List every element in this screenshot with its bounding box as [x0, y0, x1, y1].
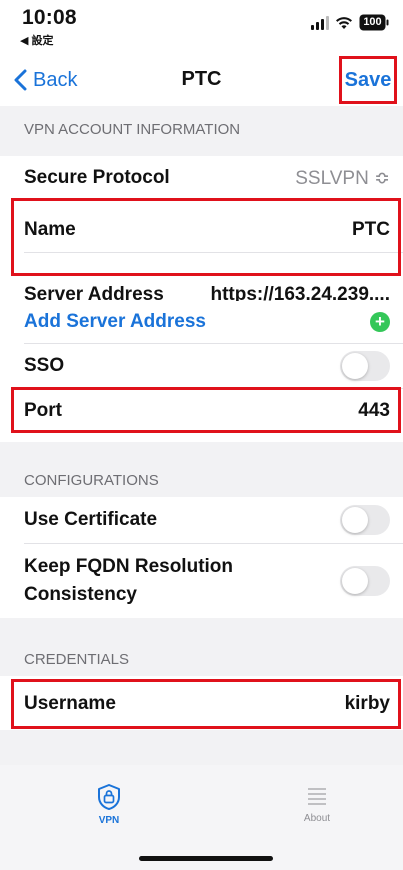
back-to-settings-link[interactable]: ◀ 設定 — [20, 32, 54, 48]
port-field[interactable]: 443 — [358, 400, 390, 422]
section-header-configurations: CONFIGURATIONS — [0, 442, 403, 497]
tab-about-label: About — [303, 813, 331, 824]
keep-fqdn-label: Keep FQDN Resolution Consistency — [24, 553, 233, 609]
cellular-signal-icon — [311, 15, 329, 30]
tab-bar: VPN About — [0, 765, 403, 870]
port-row[interactable]: Port 443 — [0, 389, 403, 433]
section-header-credentials: CREDENTIALS — [0, 618, 403, 676]
save-button[interactable]: Save — [339, 56, 397, 104]
group-bottom-fill — [0, 730, 403, 765]
battery-icon: 100 — [359, 14, 389, 31]
add-server-address-row[interactable]: Add Server Address + — [0, 301, 403, 343]
tab-vpn[interactable]: VPN — [79, 783, 139, 826]
secure-protocol-row[interactable]: Secure Protocol SSLVPN ≎ — [0, 156, 403, 200]
wifi-icon — [335, 16, 353, 30]
secure-protocol-label: Secure Protocol — [24, 167, 170, 188]
status-bar: 10:08 ◀ 設定 100 — [0, 0, 403, 56]
home-indicator[interactable] — [139, 856, 273, 861]
username-field[interactable]: kirby — [345, 693, 390, 715]
keep-fqdn-toggle[interactable] — [340, 566, 390, 596]
sso-toggle[interactable] — [340, 351, 390, 381]
sso-row: SSO — [0, 344, 403, 388]
add-server-address-button[interactable]: Add Server Address — [24, 311, 206, 333]
list-icon — [308, 788, 326, 805]
username-row[interactable]: Username kirby — [0, 680, 403, 728]
username-label: Username — [24, 693, 116, 714]
vpn-shield-icon — [98, 784, 120, 810]
keep-fqdn-row: Keep FQDN Resolution Consistency — [0, 544, 403, 618]
use-certificate-toggle[interactable] — [340, 505, 390, 535]
keep-fqdn-label-line1: Keep FQDN Resolution — [24, 556, 234, 577]
status-icons: 100 — [311, 14, 389, 31]
section-header-vpn-account: VPN ACCOUNT INFORMATION — [0, 106, 403, 146]
sso-label: SSO — [24, 355, 65, 376]
tab-about[interactable]: About — [287, 783, 347, 824]
battery-level: 100 — [363, 16, 382, 28]
secure-protocol-select[interactable]: SSLVPN ≎ — [295, 167, 390, 190]
status-time: 10:08 — [22, 6, 77, 29]
group-gap — [0, 146, 403, 156]
port-label: Port — [24, 400, 62, 421]
keep-fqdn-label-line2: Consistency — [24, 584, 137, 605]
tab-vpn-label: VPN — [98, 815, 120, 826]
navigation-bar: Back PTC Save — [0, 56, 403, 106]
use-certificate-label: Use Certificate — [24, 509, 158, 530]
plus-circle-icon[interactable]: + — [370, 312, 390, 332]
use-certificate-row: Use Certificate — [0, 497, 403, 543]
